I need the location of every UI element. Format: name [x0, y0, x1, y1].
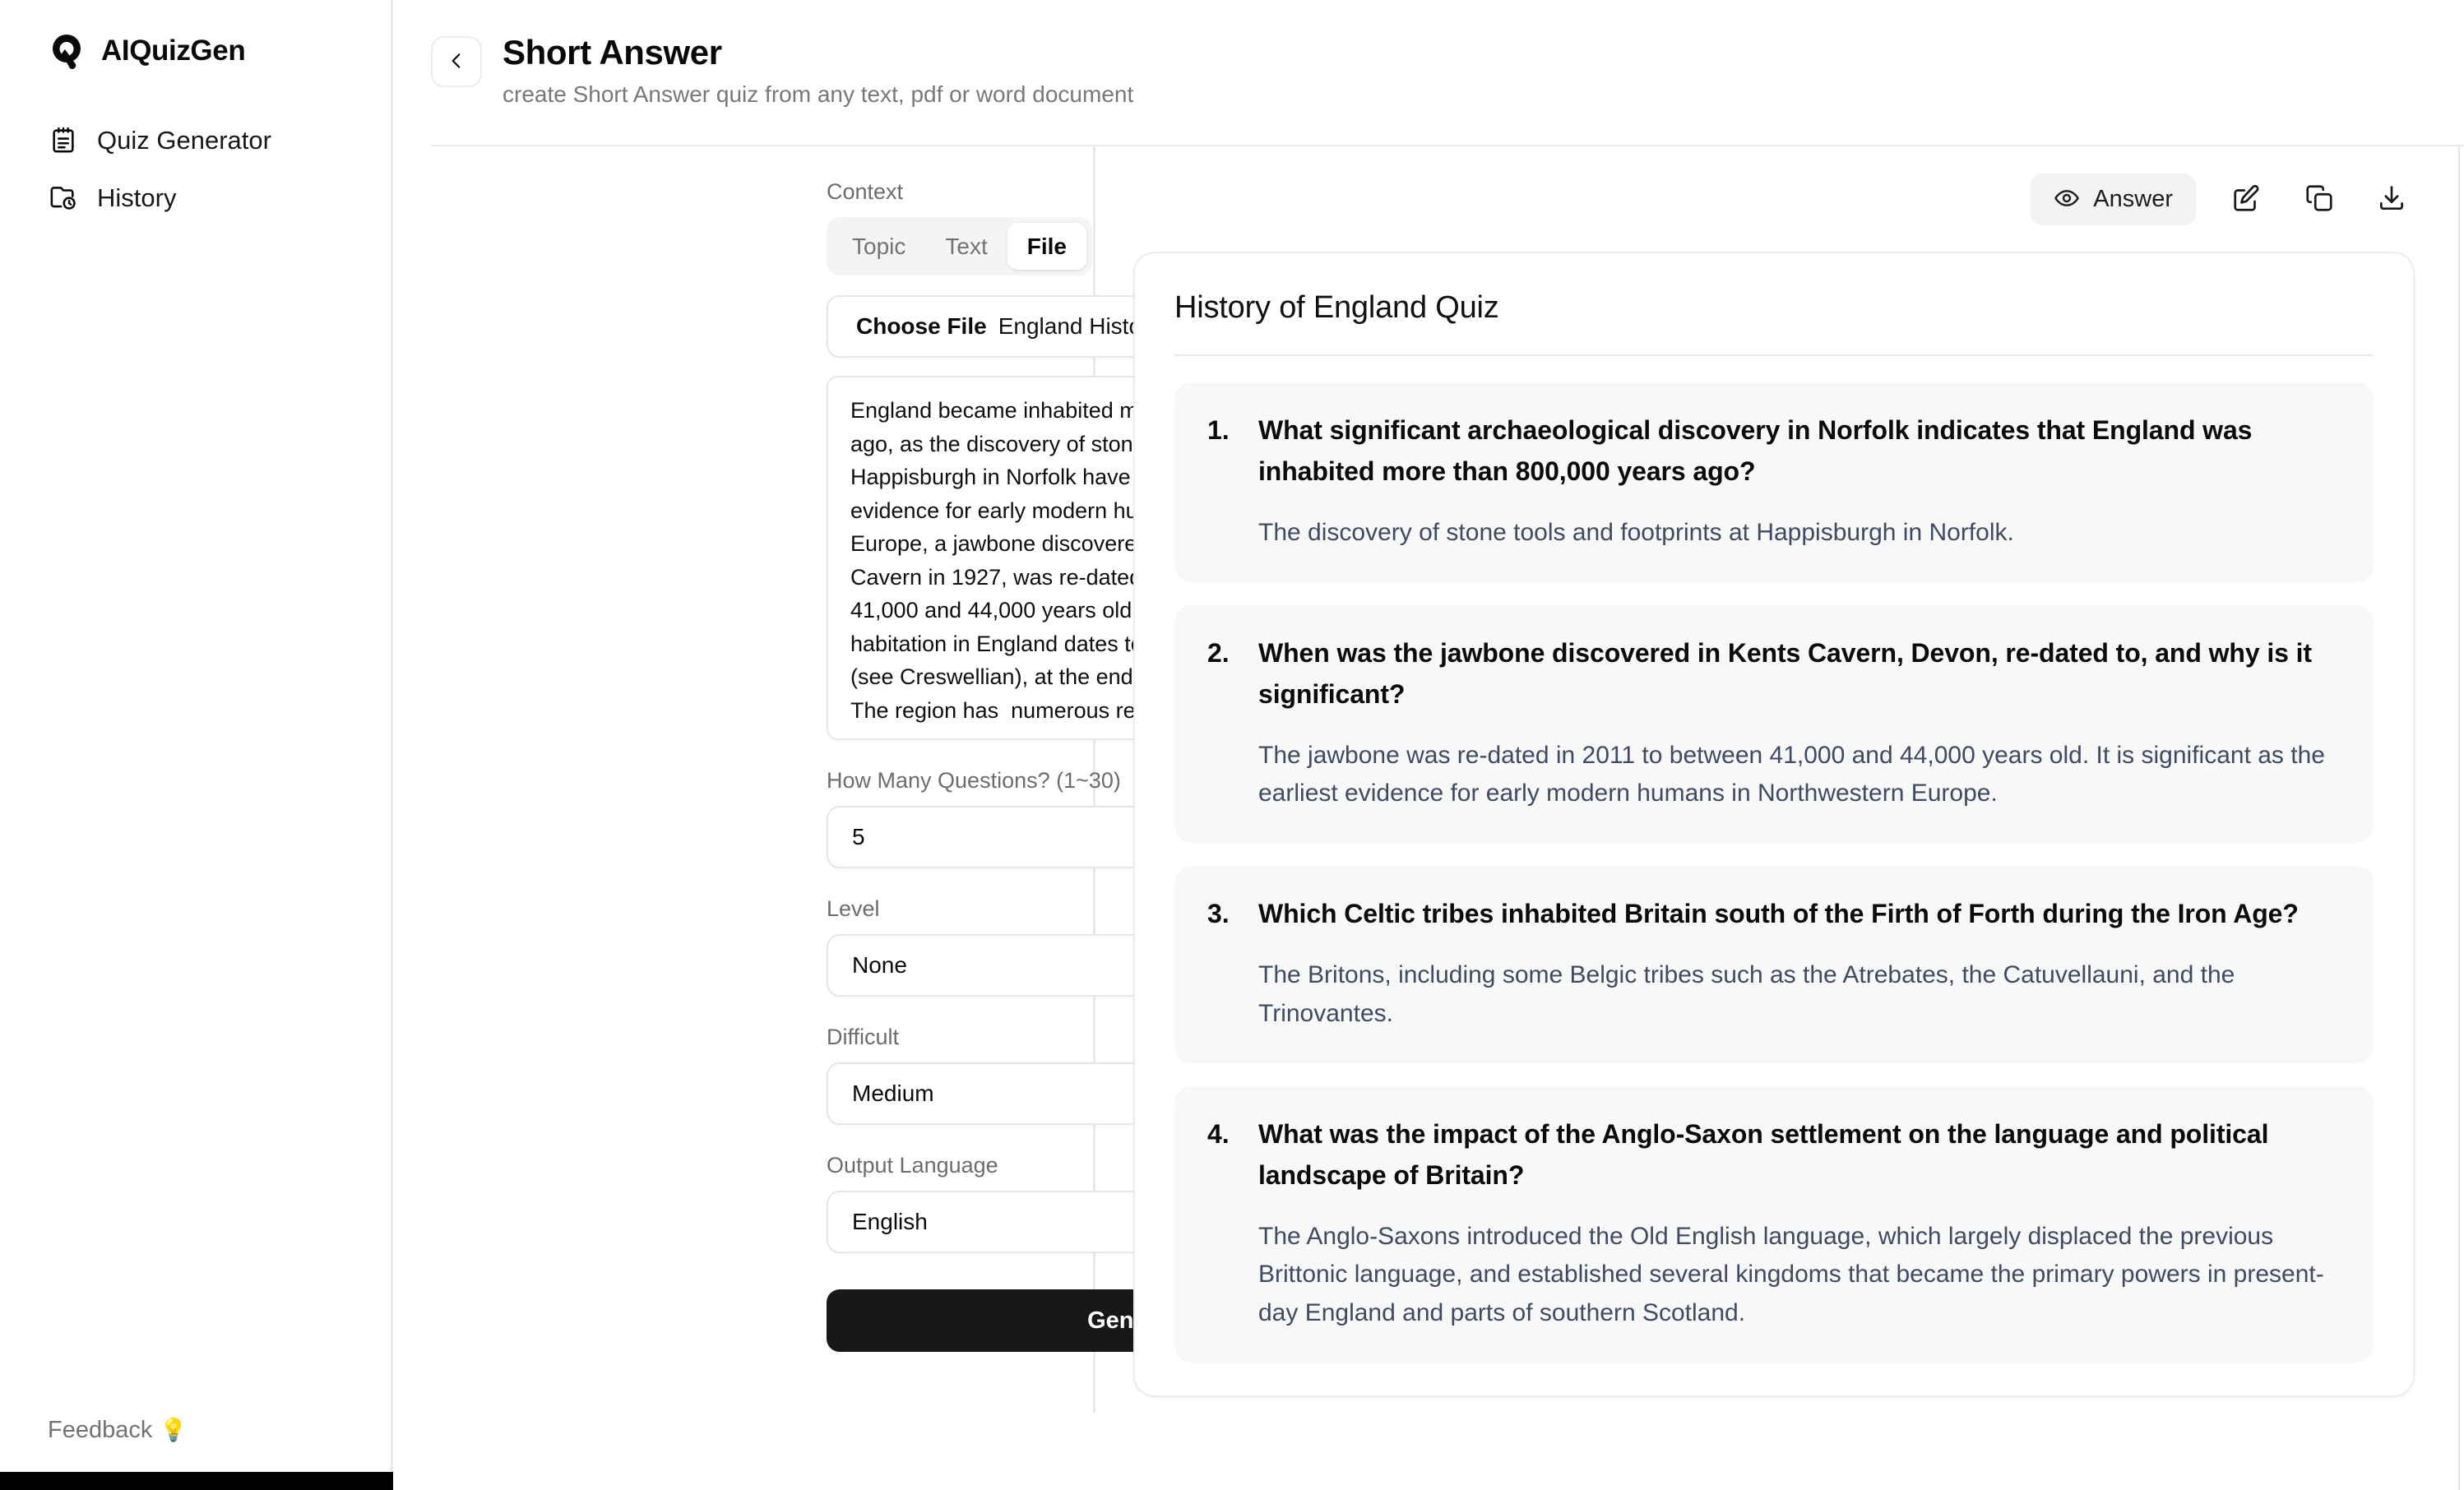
- question-answer: The Britons, including some Belgic tribe…: [1258, 961, 2235, 1027]
- output-language-value: English: [852, 1209, 928, 1235]
- tab-file[interactable]: File: [1007, 222, 1086, 271]
- question-text: What was the impact of the Anglo-Saxon s…: [1258, 1118, 2269, 1190]
- copy-icon: [2304, 183, 2335, 216]
- header-row: Short Answer create Short Answer quiz fr…: [431, 31, 2400, 109]
- tab-topic[interactable]: Topic: [832, 223, 925, 271]
- notepad-icon: [48, 124, 79, 155]
- question-answer: The discovery of stone tools and footpri…: [1258, 519, 2014, 547]
- quiz-card: History of England Quiz 1. What signific…: [1133, 251, 2415, 1397]
- question-item: 4. What was the impact of the Anglo-Saxo…: [1174, 1085, 2374, 1363]
- context-tabs: Topic Text File: [827, 216, 1092, 276]
- question-item: 1. What significant archaeological disco…: [1174, 382, 2374, 582]
- lightbulb-icon: 💡: [160, 1418, 188, 1442]
- q-logo-icon: [48, 31, 86, 69]
- form-panel: Context Topic Text File Choose File Engl…: [393, 146, 1452, 1413]
- app-root: AIQuizGen Quiz Generator History Feedbac…: [0, 0, 2464, 1490]
- question-number: 1.: [1207, 415, 1230, 446]
- question-body: When was the jawbone discovered in Kents…: [1258, 633, 2341, 813]
- folder-clock-icon: [48, 182, 79, 213]
- question-body: What significant archaeological discover…: [1258, 410, 2341, 553]
- sidebar-item-label: Quiz Generator: [97, 125, 271, 155]
- viewport-edge: [2458, 146, 2460, 1490]
- difficult-value: Medium: [852, 1080, 934, 1107]
- brand: AIQuizGen: [0, 21, 391, 79]
- main-content: Short Answer create Short Answer quiz fr…: [393, 0, 2464, 1490]
- sidebar-item-quiz-generator[interactable]: Quiz Generator: [0, 117, 391, 163]
- question-body: Which Celtic tribes inhabited Britain so…: [1258, 894, 2341, 1034]
- horizontal-scrollbar-thumb[interactable]: [0, 1472, 408, 1490]
- page-header: Short Answer create Short Answer quiz fr…: [393, 0, 2464, 146]
- question-text: When was the jawbone discovered in Kents…: [1258, 637, 2312, 709]
- page-title: Short Answer: [503, 33, 722, 72]
- question-number: 2.: [1207, 637, 1230, 668]
- answer-label: Answer: [2093, 186, 2173, 213]
- question-text: What significant archaeological discover…: [1258, 415, 2253, 487]
- question-answer: The Anglo-Saxons introduced the Old Engl…: [1258, 1222, 2324, 1327]
- question-list: 1. What significant archaeological disco…: [1174, 382, 2374, 1363]
- download-button[interactable]: [2370, 178, 2413, 221]
- edit-pencil-icon: [2231, 183, 2263, 216]
- sidebar-item-history[interactable]: History: [0, 174, 391, 220]
- level-value: None: [852, 952, 907, 979]
- choose-file-button[interactable]: Choose File: [856, 313, 987, 340]
- feedback-label: Feedback: [48, 1417, 153, 1443]
- feedback-link[interactable]: Feedback 💡: [48, 1418, 188, 1442]
- question-body: What was the impact of the Anglo-Saxon s…: [1258, 1114, 2341, 1333]
- question-text: Which Celtic tribes inhabited Britain so…: [1258, 899, 2299, 929]
- edit-button[interactable]: [2225, 178, 2268, 221]
- brand-name: AIQuizGen: [101, 34, 246, 67]
- sidebar: AIQuizGen Quiz Generator History Feedbac…: [0, 0, 408, 1490]
- sidebar-item-label: History: [97, 183, 177, 212]
- result-toolbar: Answer: [1133, 169, 2421, 230]
- back-button[interactable]: [431, 36, 482, 87]
- question-number: 3.: [1207, 899, 1230, 929]
- result-panel: Answer History of England Quiz 1. What s…: [1095, 146, 2464, 1490]
- content-area: Context Topic Text File Choose File Engl…: [393, 146, 2464, 1490]
- question-item: 2. When was the jawbone discovered in Ke…: [1174, 604, 2374, 844]
- page-subtitle: create Short Answer quiz from any text, …: [503, 81, 1134, 108]
- quiz-title: History of England Quiz: [1174, 289, 2374, 357]
- horizontal-scrollbar[interactable]: [0, 1472, 408, 1490]
- question-answer: The jawbone was re-dated in 2011 to betw…: [1258, 741, 2325, 807]
- question-item: 3. Which Celtic tribes inhabited Britain…: [1174, 866, 2374, 1063]
- question-number: 4.: [1207, 1118, 1230, 1149]
- copy-button[interactable]: [2298, 178, 2341, 221]
- tab-text[interactable]: Text: [925, 223, 1007, 271]
- eye-icon: [2054, 185, 2080, 214]
- title-block: Short Answer create Short Answer quiz fr…: [503, 31, 1133, 109]
- download-icon: [2376, 183, 2407, 216]
- chevron-left-icon: [446, 50, 467, 74]
- sidebar-nav: Quiz Generator History: [0, 117, 391, 220]
- toggle-answer-button[interactable]: Answer: [2031, 174, 2196, 226]
